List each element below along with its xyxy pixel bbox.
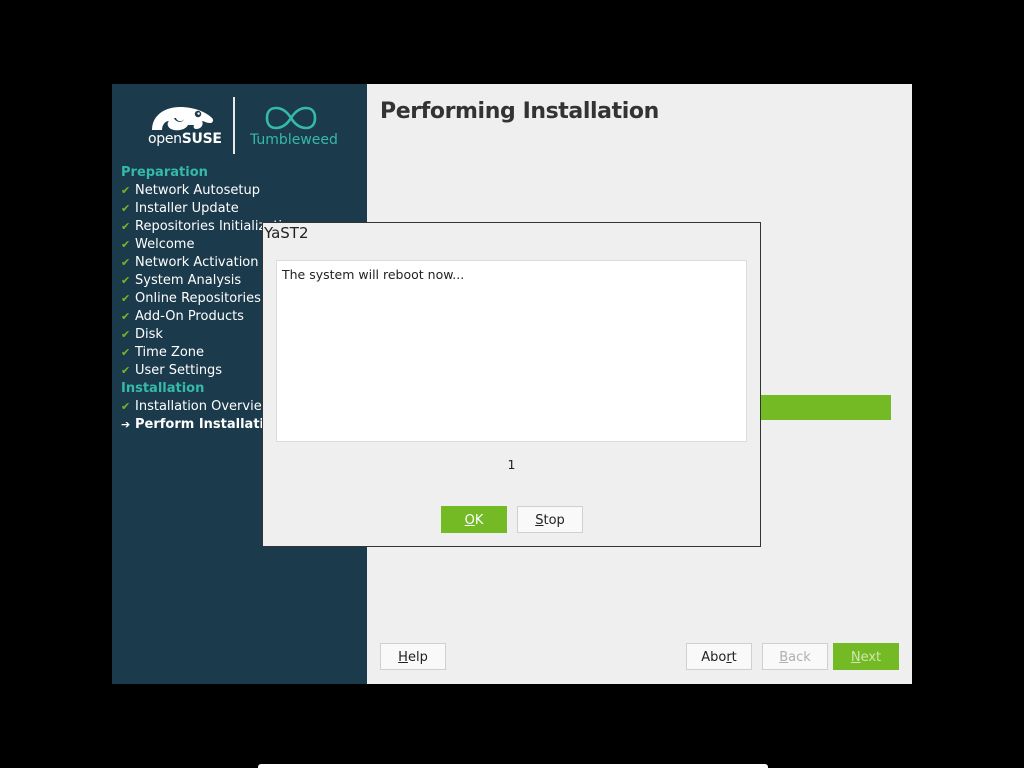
logo-divider [233, 97, 235, 154]
step-label: Online Repositories [135, 291, 261, 306]
bottom-edge-bar [258, 764, 768, 768]
check-icon: ✔ [121, 292, 131, 305]
step-label: User Settings [135, 363, 223, 378]
step-network-autosetup: ✔ Network Autosetup [121, 182, 367, 200]
opensuse-chameleon-icon [152, 107, 214, 131]
step-installer-update: ✔ Installer Update [121, 200, 367, 218]
opensuse-wordmark: openSUSE [148, 131, 222, 147]
step-label: System Analysis [135, 273, 242, 288]
help-mnemonic: H [398, 650, 408, 665]
check-icon: ✔ [121, 274, 131, 287]
step-label: Disk [135, 327, 163, 342]
step-label: Add-On Products [135, 309, 244, 324]
progress-bar-fill [760, 395, 891, 420]
step-label: Installation Overview [135, 399, 273, 414]
check-icon: ✔ [121, 256, 131, 269]
help-button[interactable]: Help [380, 643, 446, 670]
popup-title: YaST2 [264, 224, 309, 242]
back-label-rest: ack [788, 650, 811, 665]
step-label: Network Activation [135, 255, 259, 270]
opensuse-bold: SUSE [181, 131, 222, 147]
reboot-popup-dialog: YaST2 The system will reboot now... 1 OK… [262, 222, 761, 547]
next-button[interactable]: Next [833, 643, 899, 670]
check-icon: ✔ [121, 310, 131, 323]
check-icon: ✔ [121, 220, 131, 233]
back-mnemonic: B [779, 650, 789, 665]
back-button[interactable]: Back [762, 643, 828, 670]
tumbleweed-infinity-icon [265, 106, 317, 130]
check-icon: ✔ [121, 184, 131, 197]
step-label: Welcome [135, 237, 195, 252]
check-icon: ✔ [121, 238, 131, 251]
step-label: Network Autosetup [135, 183, 260, 198]
ok-mnemonic: O [464, 513, 475, 528]
ok-button[interactable]: OK [441, 506, 507, 533]
logo-area: openSUSE Tumbleweed [112, 84, 367, 164]
stop-label-rest: top [543, 513, 565, 528]
abort-button[interactable]: Abort [686, 643, 752, 670]
check-icon: ✔ [121, 364, 131, 377]
check-icon: ✔ [121, 202, 131, 215]
step-label: Time Zone [135, 345, 205, 360]
popup-message: The system will reboot now... [282, 267, 465, 282]
abort-label-before: Abo [701, 650, 727, 665]
check-icon: ✔ [121, 400, 131, 413]
page-title: Performing Installation [380, 99, 659, 124]
abort-label-after: t [731, 650, 737, 665]
popup-message-box: The system will reboot now... [276, 260, 747, 442]
next-mnemonic: N [850, 650, 861, 665]
opensuse-prefix: open [148, 131, 182, 147]
tumbleweed-wordmark: Tumbleweed [250, 132, 338, 148]
help-label-rest: elp [407, 650, 428, 665]
popup-countdown: 1 [507, 457, 516, 472]
ok-label-rest: K [474, 513, 484, 528]
check-icon: ✔ [121, 346, 131, 359]
stop-button[interactable]: Stop [517, 506, 583, 533]
section-preparation: Preparation [121, 165, 208, 180]
arrow-right-icon: ➔ [121, 418, 131, 431]
next-label-rest: ext [860, 650, 882, 665]
step-label: Perform Installation [135, 417, 283, 432]
check-icon: ✔ [121, 328, 131, 341]
step-label: Installer Update [135, 201, 239, 216]
